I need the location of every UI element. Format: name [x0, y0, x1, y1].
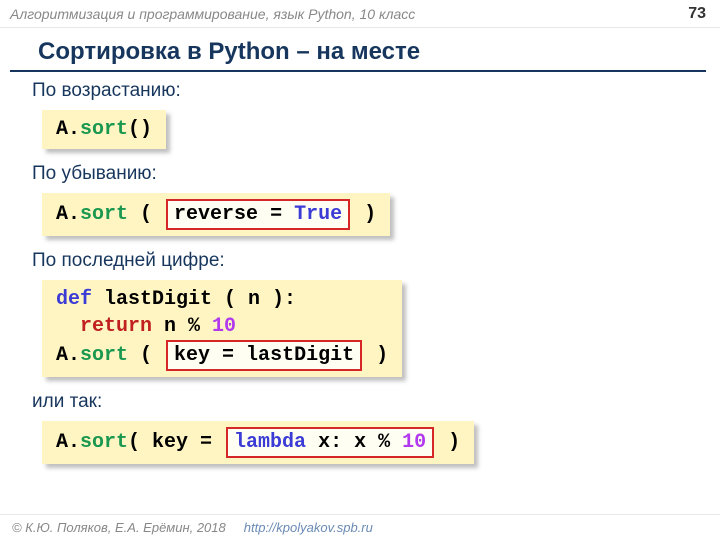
slide-header: Алгоритмизация и программирование, язык …	[0, 0, 720, 28]
code-sort: sort	[80, 431, 128, 454]
code-text: )	[352, 203, 376, 226]
code-text: (	[128, 203, 164, 226]
code-text: A.	[56, 431, 80, 454]
code-text: )	[436, 431, 460, 454]
code-sort: sort	[80, 118, 128, 141]
section-desc-label: По убыванию:	[32, 163, 720, 185]
code-def: def	[56, 288, 92, 311]
code-text: x: x %	[306, 431, 402, 454]
section-asc-label: По возрастанию:	[32, 80, 720, 102]
code-text: A.	[56, 203, 80, 226]
highlight-lambda: lambda x: x % 10	[226, 427, 434, 458]
code-text: (	[128, 344, 164, 367]
code-lambda: A.sort( key = lambda x: x % 10 )	[42, 421, 474, 464]
code-lambda-kw: lambda	[234, 431, 306, 454]
code-sort: sort	[80, 344, 128, 367]
code-asc: A.sort()	[42, 110, 166, 149]
code-text: ()	[128, 118, 152, 141]
copyright: © К.Ю. Поляков, Е.А. Ерёмин, 2018	[12, 520, 226, 535]
slide-footer: © К.Ю. Поляков, Е.А. Ерёмин, 2018 http:/…	[0, 514, 720, 540]
code-sort: sort	[80, 203, 128, 226]
code-text: )	[364, 344, 388, 367]
code-true: True	[294, 203, 342, 226]
highlight-key-lastdigit: key = lastDigit	[166, 340, 362, 371]
code-text: reverse =	[174, 203, 294, 226]
page-number: 73	[688, 5, 706, 23]
code-desc: A.sort ( reverse = True )	[42, 193, 390, 236]
code-text: n %	[152, 315, 212, 338]
code-text: lastDigit ( n ):	[92, 288, 296, 311]
code-text: A.	[56, 344, 80, 367]
code-lastdigit: def lastDigit ( n ): return n % 10 A.sor…	[42, 280, 402, 377]
footer-link[interactable]: http://kpolyakov.spb.ru	[244, 520, 373, 535]
code-text: A.	[56, 118, 80, 141]
code-number: 10	[402, 431, 426, 454]
code-text: ( key =	[128, 431, 224, 454]
course-name: Алгоритмизация и программирование, язык …	[10, 6, 415, 22]
highlight-reverse-true: reverse = True	[166, 199, 350, 230]
code-text: key = lastDigit	[174, 344, 354, 367]
section-alt-label: или так:	[32, 391, 720, 413]
slide-title: Сортировка в Python – на месте	[10, 30, 706, 72]
code-return: return	[80, 315, 152, 338]
slide-content: По возрастанию: A.sort() По убыванию: A.…	[0, 80, 720, 472]
section-lastdigit-label: По последней цифре:	[32, 250, 720, 272]
code-number: 10	[212, 315, 236, 338]
